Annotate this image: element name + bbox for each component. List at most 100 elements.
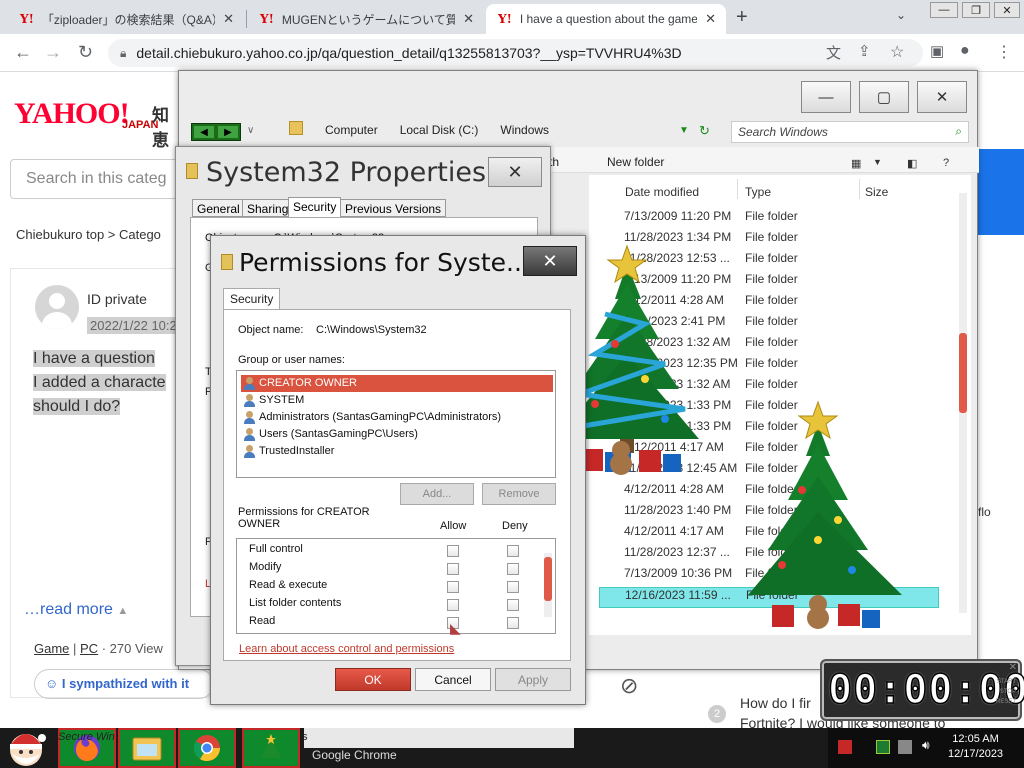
- tab-general[interactable]: General: [192, 199, 245, 217]
- system-clock[interactable]: 12:05 AM 12/17/2023: [948, 732, 1003, 762]
- column-size[interactable]: Size: [865, 185, 888, 199]
- deny-checkbox[interactable]: [507, 545, 519, 557]
- remove-button[interactable]: Remove: [482, 483, 556, 505]
- profile-avatar-icon[interactable]: ●: [960, 42, 970, 60]
- search-input[interactable]: Search in this categ: [10, 159, 190, 199]
- explorer-minimize-button[interactable]: —: [801, 81, 851, 113]
- santa-start-button-icon[interactable]: [4, 728, 48, 768]
- tab-previous-versions[interactable]: Previous Versions: [340, 199, 447, 217]
- allow-checkbox[interactable]: [447, 563, 459, 575]
- close-button[interactable]: ✕: [488, 157, 542, 187]
- group-item-administrators[interactable]: Administrators (SantasGamingPC\Administr…: [241, 409, 553, 426]
- allow-checkbox[interactable]: [447, 599, 459, 611]
- lock-icon[interactable]: 🔒︎: [120, 46, 126, 61]
- tray-flag-icon[interactable]: [876, 740, 890, 754]
- restore-button[interactable]: ❐: [962, 2, 990, 18]
- column-date-modified[interactable]: Date modified: [625, 185, 699, 199]
- back-arrow-icon[interactable]: ←: [14, 42, 32, 63]
- group-item-users[interactable]: Users (SantasGamingPC\Users): [241, 426, 553, 443]
- tab-question-active[interactable]: Y! I have a question about the game ✕: [486, 4, 726, 34]
- learn-access-control-link[interactable]: Learn about access control and permissio…: [239, 643, 454, 655]
- scrollbar-thumb[interactable]: [544, 557, 552, 601]
- menu-dots-icon[interactable]: ⋮: [996, 42, 1012, 62]
- help-icon[interactable]: ?: [943, 157, 949, 169]
- read-more-link[interactable]: …read more ▲: [24, 601, 128, 619]
- group-item-system[interactable]: SYSTEM: [241, 392, 553, 409]
- christmas-tree-taskbar-button[interactable]: [242, 728, 300, 768]
- group-item-creator-owner[interactable]: CREATOR OWNER: [241, 375, 553, 392]
- back-arrow-icon[interactable]: ◀: [194, 126, 214, 138]
- column-type[interactable]: Type: [745, 185, 771, 199]
- explorer-taskbar-button[interactable]: [118, 728, 176, 768]
- close-tab-icon[interactable]: ✕: [463, 11, 474, 27]
- new-folder-button[interactable]: New folder: [607, 155, 664, 169]
- allow-checkbox[interactable]: [447, 545, 459, 557]
- explorer-search-input[interactable]: Search Windows ⌕: [731, 121, 969, 143]
- group-item-trustedinstaller[interactable]: TrustedInstaller: [241, 443, 553, 460]
- chrome-taskbar-button[interactable]: [178, 728, 236, 768]
- ok-button[interactable]: OK: [335, 668, 411, 691]
- countdown-timer-widget[interactable]: 00:00:00 ✕ START STOP RESET: [820, 659, 1024, 721]
- tag-game-link[interactable]: Game: [34, 641, 69, 656]
- new-tab-button[interactable]: +: [736, 6, 748, 29]
- tab-mugen[interactable]: Y! MUGENというゲームについて質問 ✕: [248, 4, 484, 34]
- tab-security[interactable]: Security: [288, 197, 342, 217]
- close-button[interactable]: ✕: [523, 246, 577, 276]
- permission-scrollbar[interactable]: [544, 553, 552, 617]
- network-icon[interactable]: [898, 740, 912, 754]
- sympathize-button[interactable]: ☺ I sympathized with it: [34, 669, 214, 699]
- cancel-button[interactable]: Cancel: [415, 668, 491, 691]
- user-group-icon: [243, 445, 256, 458]
- translate-icon[interactable]: 文: [826, 42, 841, 63]
- deny-checkbox[interactable]: [507, 563, 519, 575]
- minimize-button[interactable]: —: [930, 2, 958, 18]
- tab-sharing[interactable]: Sharing: [242, 199, 294, 217]
- deny-checkbox[interactable]: [507, 617, 519, 629]
- close-tab-icon[interactable]: ✕: [705, 11, 716, 27]
- tab-ziploader[interactable]: Y! 「ziploader」の検索結果（Q&A） ✕: [8, 4, 244, 34]
- reset-label[interactable]: RESET: [996, 699, 1016, 705]
- dropdown-icon[interactable]: ▼: [679, 125, 689, 136]
- preview-pane-icon[interactable]: ◧: [907, 157, 917, 170]
- dialog-title: Permissions for Syste...: [239, 248, 530, 277]
- close-icon[interactable]: ✕: [1009, 662, 1017, 673]
- forward-arrow-icon[interactable]: ▶: [218, 126, 238, 138]
- blue-side-button[interactable]: [978, 149, 1024, 235]
- tab-security[interactable]: Security: [223, 288, 281, 310]
- forward-arrow-icon[interactable]: →: [44, 42, 62, 63]
- close-tab-icon[interactable]: ✕: [223, 11, 234, 27]
- tag-pc-link[interactable]: PC: [80, 641, 98, 656]
- allow-checkbox[interactable]: [447, 581, 459, 593]
- reload-icon[interactable]: ↻: [78, 42, 93, 63]
- add-button[interactable]: Add...: [400, 483, 474, 505]
- prohibited-icon[interactable]: ⊘: [620, 673, 638, 699]
- address-breadcrumb[interactable]: Computer Local Disk (C:) Windows: [325, 123, 549, 137]
- deny-checkbox[interactable]: [507, 599, 519, 611]
- yahoo-japan-logo[interactable]: YAHOO! JAPAN 知恵: [14, 97, 169, 150]
- close-window-button[interactable]: ✕: [994, 2, 1020, 18]
- explorer-close-button[interactable]: ✕: [917, 81, 967, 113]
- volume-icon[interactable]: 🔊︎: [922, 738, 936, 752]
- permission-row: Read & execute: [249, 579, 539, 597]
- refresh-icon[interactable]: ↻: [699, 123, 710, 139]
- scrollbar-thumb[interactable]: [959, 333, 967, 413]
- side-panel-icon[interactable]: ▣: [930, 42, 944, 60]
- file-row[interactable]: 7/13/2009 11:20 PM File folder: [599, 209, 939, 230]
- tab-search-chevron-icon[interactable]: ⌄: [896, 8, 906, 22]
- explorer-maximize-button[interactable]: ▢: [859, 81, 909, 113]
- recent-chevron-icon[interactable]: ∨: [247, 125, 254, 136]
- deny-checkbox[interactable]: [507, 581, 519, 593]
- tag-row: Game | PC · 270 View: [34, 641, 163, 656]
- start-label[interactable]: START: [997, 679, 1016, 685]
- view-dropdown-icon[interactable]: ▼: [873, 157, 882, 167]
- apply-button[interactable]: Apply: [495, 668, 571, 691]
- bookmark-star-icon[interactable]: ☆: [890, 42, 904, 62]
- breadcrumb[interactable]: Chiebukuro top > Catego: [16, 227, 161, 242]
- address-bar[interactable]: 🔒︎ detail.chiebukuro.yahoo.co.jp/qa/ques…: [108, 39, 923, 67]
- explorer-scrollbar[interactable]: [959, 193, 967, 613]
- view-icon[interactable]: ▦: [851, 157, 861, 170]
- share-icon[interactable]: ⇪: [858, 42, 871, 60]
- tray-red-icon[interactable]: [838, 740, 852, 754]
- permission-list: Full control Modify Read & execute List …: [236, 538, 556, 634]
- stop-label[interactable]: STOP: [1000, 689, 1016, 695]
